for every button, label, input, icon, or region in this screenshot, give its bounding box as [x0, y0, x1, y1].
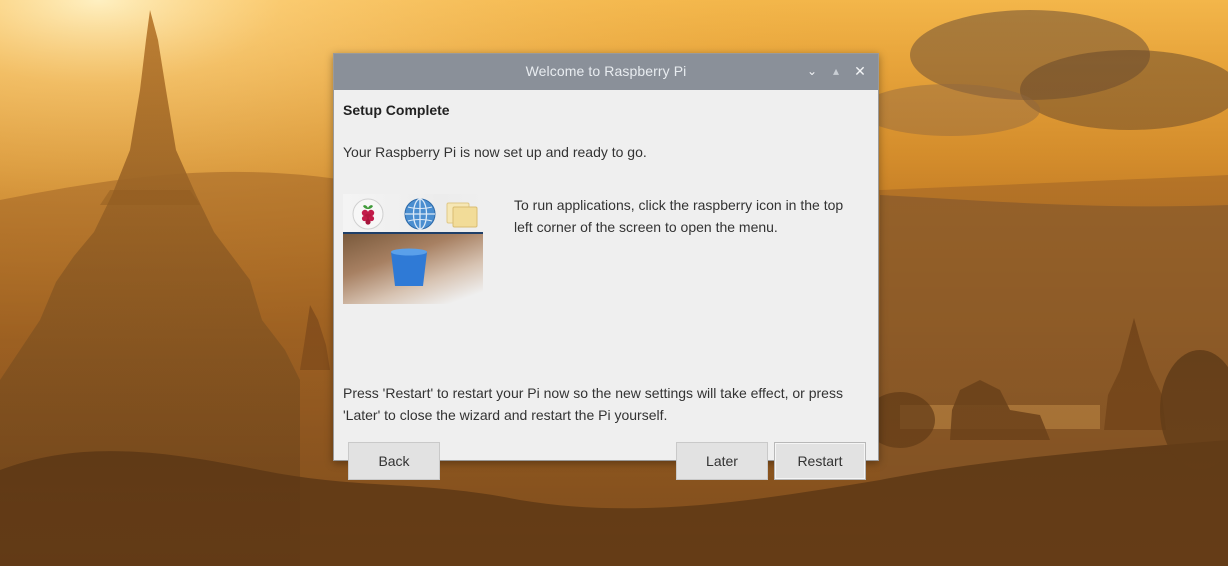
page-heading: Setup Complete	[343, 102, 450, 118]
maximize-button[interactable]: ▴	[828, 62, 844, 80]
menu-instructions: To run applications, click the raspberry…	[514, 197, 844, 235]
menu-illustration	[343, 194, 483, 304]
later-button[interactable]: Later	[676, 442, 768, 480]
restart-button[interactable]: Restart	[774, 442, 866, 480]
back-button[interactable]: Back	[348, 442, 440, 480]
window-title: Welcome to Raspberry Pi	[525, 63, 687, 79]
folder-icon	[443, 197, 483, 236]
page-subtitle: Your Raspberry Pi is now set up and read…	[343, 144, 647, 160]
dialog-content: Setup Complete Your Raspberry Pi is now …	[334, 90, 878, 480]
globe-icon	[403, 197, 437, 236]
raspberry-icon	[351, 197, 385, 236]
bucket-icon	[387, 246, 431, 286]
close-button[interactable]: ✕	[852, 62, 868, 80]
window-controls: ⌄ ▴ ✕	[804, 62, 868, 80]
welcome-dialog: Welcome to Raspberry Pi ⌄ ▴ ✕ Setup Comp…	[333, 53, 879, 480]
restart-note: Press 'Restart' to restart your Pi now s…	[343, 385, 843, 423]
titlebar[interactable]: Welcome to Raspberry Pi ⌄ ▴ ✕	[334, 54, 878, 90]
minimize-button[interactable]: ⌄	[804, 62, 820, 80]
